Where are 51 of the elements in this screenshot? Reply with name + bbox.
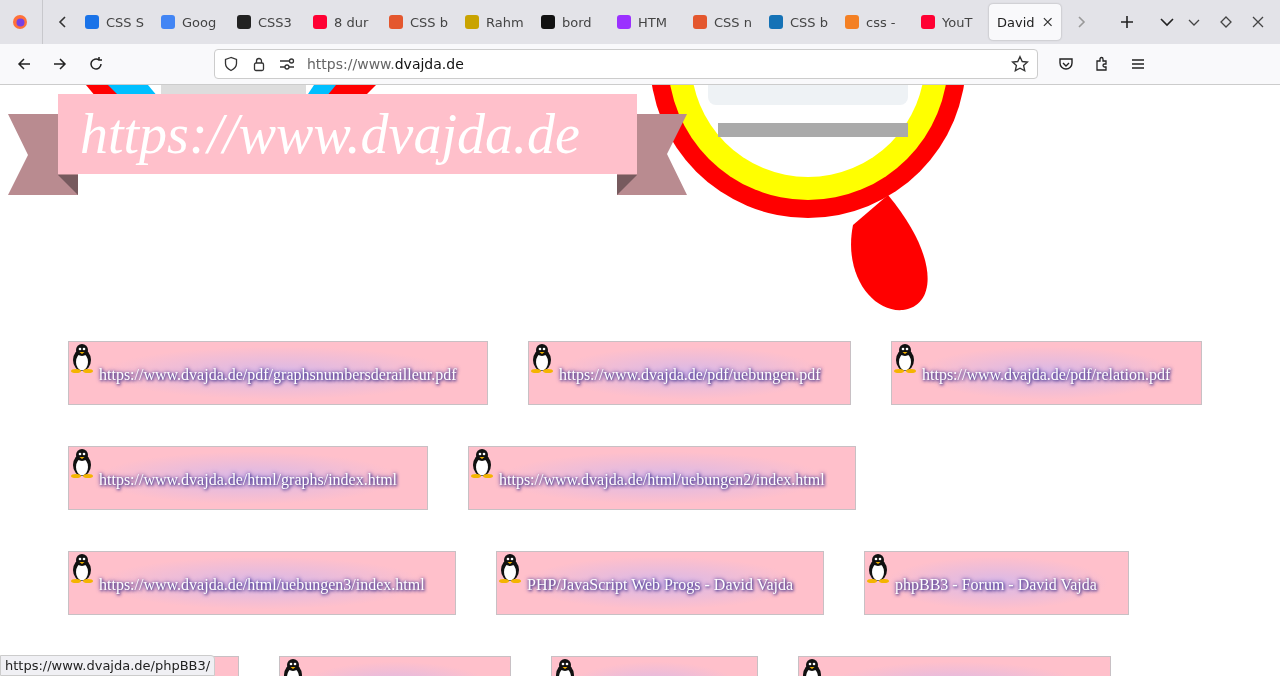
penguin-icon	[70, 553, 94, 583]
favicon-icon	[845, 15, 859, 29]
favicon-icon	[769, 15, 783, 29]
menu-icon[interactable]	[1130, 56, 1146, 72]
favicon-icon	[465, 15, 479, 29]
penguin-icon	[530, 343, 554, 373]
address-field[interactable]: https://www.dvajda.de	[214, 49, 1038, 79]
status-tooltip: https://www.dvajda.de/phpBB3/	[0, 655, 216, 676]
browser-tab[interactable]: Goog	[153, 4, 229, 40]
browser-tab[interactable]: CSS n	[685, 4, 761, 40]
favicon-icon	[693, 15, 707, 29]
browser-tab[interactable]: CSS b	[761, 4, 837, 40]
favicon-icon	[85, 15, 99, 29]
favicon-icon	[541, 15, 555, 29]
penguin-icon	[470, 448, 494, 478]
close-icon[interactable]	[1252, 16, 1264, 28]
favicon-icon	[161, 15, 175, 29]
browser-tab[interactable]: Rahm	[457, 4, 533, 40]
sliders-icon[interactable]	[279, 56, 295, 72]
penguin-icon	[498, 553, 522, 583]
penguin-icon	[70, 343, 94, 373]
favicon-icon	[617, 15, 631, 29]
forward-icon[interactable]	[52, 56, 68, 72]
penguin-icon	[70, 448, 94, 478]
shield-icon[interactable]	[223, 56, 239, 72]
favicon-icon	[237, 15, 251, 29]
favicon-icon	[921, 15, 935, 29]
lock-icon[interactable]	[251, 56, 267, 72]
favicon-icon	[313, 15, 327, 29]
back-icon[interactable]	[16, 56, 32, 72]
browser-tab[interactable]: HTM	[609, 4, 685, 40]
reload-icon[interactable]	[88, 56, 104, 72]
browser-tab[interactable]: 8 dur	[305, 4, 381, 40]
browser-tab[interactable]: YouT	[913, 4, 989, 40]
browser-tab[interactable]: CSS b	[381, 4, 457, 40]
browser-tab[interactable]: David	[989, 4, 1061, 40]
browser-tab[interactable]: css -	[837, 4, 913, 40]
close-icon[interactable]	[1041, 16, 1053, 28]
maximize-icon[interactable]	[1220, 16, 1232, 28]
banner-title: https://www.dvajda.de	[58, 94, 637, 174]
browser-tab[interactable]: bord	[533, 4, 609, 40]
penguin-icon	[893, 343, 917, 373]
penguin-icon	[866, 553, 890, 583]
pocket-icon[interactable]	[1058, 56, 1074, 72]
favicon-icon	[389, 15, 403, 29]
url-text: https://www.dvajda.de	[307, 56, 464, 72]
browser-tab[interactable]: CSS3	[229, 4, 305, 40]
puzzle-icon[interactable]	[1094, 56, 1110, 72]
browser-tab[interactable]: CSS S	[77, 4, 153, 40]
star-icon[interactable]	[1011, 55, 1029, 73]
plus-icon[interactable]	[1119, 14, 1135, 30]
